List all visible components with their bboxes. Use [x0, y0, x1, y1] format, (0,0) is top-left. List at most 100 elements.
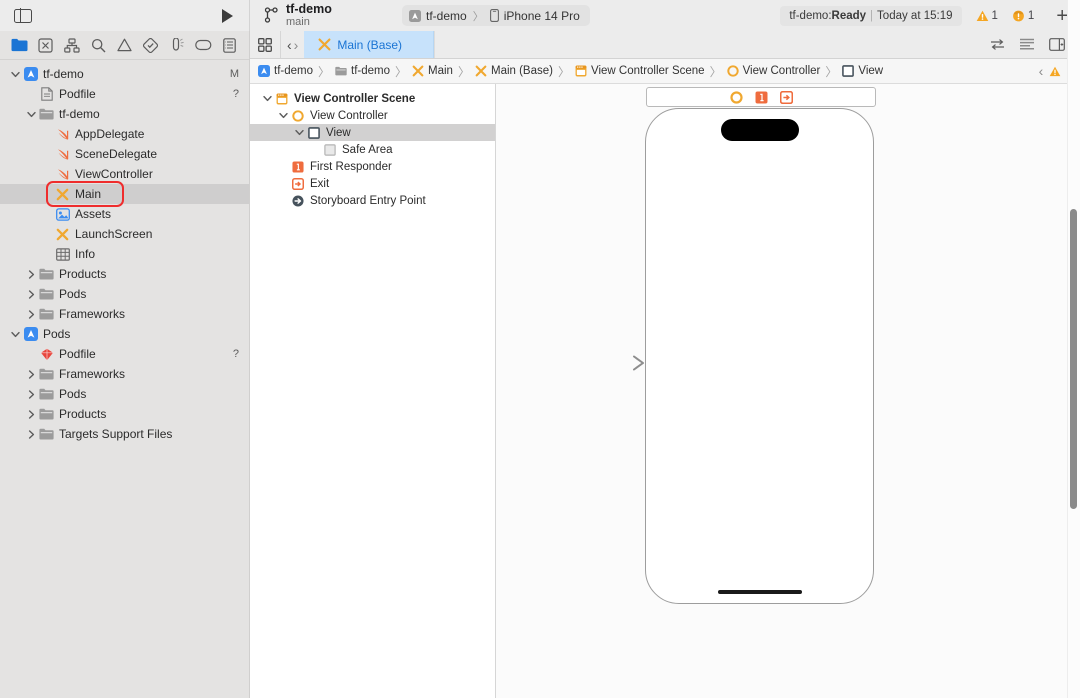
navigator-item-podfile[interactable]: Podfile? — [0, 344, 249, 364]
chevron-down-icon[interactable] — [292, 129, 306, 136]
issue-badge[interactable]: 1 — [1012, 10, 1034, 22]
adjust-editor-icon[interactable] — [982, 38, 1012, 51]
outline-item-exit[interactable]: Exit — [250, 175, 495, 192]
navigator-item-pods[interactable]: Pods — [0, 384, 249, 404]
breakpoint-icon[interactable] — [190, 33, 216, 57]
scrollbar-thumb[interactable] — [1070, 209, 1077, 509]
warning-triangle-icon[interactable] — [1049, 66, 1061, 77]
chevron-right-icon[interactable] — [24, 429, 38, 439]
navigator-item-label: Products — [59, 407, 107, 421]
navigator-item-pods[interactable]: Pods — [0, 324, 249, 344]
breadcrumb-separator: 〉 — [825, 64, 838, 79]
folder-icon — [38, 408, 55, 420]
chevron-right-icon[interactable] — [24, 369, 38, 379]
outline-item-first-responder[interactable]: First Responder — [250, 158, 495, 175]
hierarchy-icon[interactable] — [59, 33, 85, 57]
chevron-right-icon[interactable] — [24, 309, 38, 319]
status-area: tf-demo: Ready | Today at 15:19 1 1 + — [780, 5, 1068, 26]
navigator-item-pods[interactable]: Pods — [0, 284, 249, 304]
outline-item-label: Storyboard Entry Point — [310, 194, 426, 207]
ruby-icon — [38, 348, 55, 361]
search-icon[interactable] — [85, 33, 111, 57]
breadcrumb-item-tf-demo[interactable]: tf-demo — [258, 65, 313, 77]
xcode-project-icon — [22, 67, 39, 81]
test-icon[interactable] — [138, 33, 164, 57]
run-button[interactable] — [222, 8, 233, 23]
chevron-down-icon[interactable] — [8, 71, 22, 78]
destination-selector[interactable]: tf-demo 〉 iPhone 14 Pro — [402, 5, 590, 26]
outline-item-view-controller[interactable]: View Controller — [250, 107, 495, 124]
breadcrumb-item-main-base-[interactable]: Main (Base) — [475, 65, 553, 77]
view-icon — [842, 65, 855, 77]
nav-back-button[interactable]: ‹ — [287, 37, 292, 53]
breadcrumb-item-tf-demo[interactable]: tf-demo — [335, 65, 390, 77]
storyboard-icon — [475, 65, 487, 77]
xcode-project-icon — [23, 327, 38, 341]
outline-item-view[interactable]: View — [250, 124, 495, 141]
navigator-item-launchscreen[interactable]: LaunchScreen — [0, 224, 249, 244]
navigator-item-status: ? — [232, 88, 239, 100]
breadcrumb-item-view-controller[interactable]: View Controller — [726, 65, 820, 77]
navigator-item-products[interactable]: Products — [0, 404, 249, 424]
chevron-right-icon[interactable] — [24, 409, 38, 419]
navigator-item-targets-support-files[interactable]: Targets Support Files — [0, 424, 249, 444]
warning-count: 1 — [991, 9, 998, 22]
interface-builder-canvas[interactable] — [496, 84, 1080, 698]
chevron-right-icon[interactable] — [24, 389, 38, 399]
status-prefix: tf-demo: — [789, 9, 832, 22]
status-time: Today at 15:19 — [877, 9, 953, 22]
issue-navigator-icon[interactable] — [32, 33, 58, 57]
report-icon[interactable] — [217, 33, 243, 57]
tab-main-base[interactable]: Main (Base) — [304, 31, 435, 58]
navigator-item-tf-demo[interactable]: tf-demo — [0, 104, 249, 124]
navigator-item-frameworks[interactable]: Frameworks — [0, 304, 249, 324]
chevron-down-icon[interactable] — [8, 331, 22, 338]
nav-forward-button[interactable]: › — [294, 37, 299, 53]
sidebar-toggle-icon[interactable] — [14, 8, 32, 23]
view-controller-icon[interactable] — [729, 90, 743, 104]
navigator-item-info[interactable]: Info — [0, 244, 249, 264]
navigator-item-viewcontroller[interactable]: ViewController — [0, 164, 249, 184]
navigator-item-tf-demo[interactable]: tf-demo M — [0, 64, 249, 84]
folder-icon — [39, 428, 54, 440]
outline-item-storyboard-entry-point[interactable]: Storyboard Entry Point — [250, 192, 495, 209]
first-responder-icon[interactable] — [755, 91, 768, 104]
toolbar-left-section — [0, 0, 250, 31]
view-controller-icon — [726, 65, 739, 77]
chevron-down-icon[interactable] — [24, 111, 38, 118]
swift-icon — [57, 129, 68, 140]
chevron-right-icon[interactable] — [24, 289, 38, 299]
navigator-item-assets[interactable]: Assets — [0, 204, 249, 224]
view-controller-icon — [726, 65, 739, 77]
breadcrumb-item-view-controller-scene[interactable]: View Controller Scene — [575, 65, 705, 77]
xcode-project-icon — [258, 65, 270, 77]
tab-overview-icon[interactable] — [250, 31, 280, 58]
folder-icon[interactable] — [6, 33, 32, 57]
exit-icon[interactable] — [779, 90, 793, 104]
navigator-item-main[interactable]: Main — [0, 184, 249, 204]
navigator-item-scenedelegate[interactable]: SceneDelegate — [0, 144, 249, 164]
folder-icon — [38, 428, 55, 440]
canvas-vertical-scrollbar[interactable] — [1067, 0, 1080, 698]
editor-options-icon[interactable] — [1012, 38, 1042, 51]
breadcrumb-item-view[interactable]: View — [842, 65, 883, 77]
breadcrumb-item-main[interactable]: Main — [412, 65, 453, 77]
navigator-item-frameworks[interactable]: Frameworks — [0, 364, 249, 384]
chevron-down-icon[interactable] — [276, 112, 290, 119]
issue-prev-button[interactable]: ‹ — [1039, 63, 1044, 79]
navigator-item-podfile[interactable]: Podfile? — [0, 84, 249, 104]
navigator-item-appdelegate[interactable]: AppDelegate — [0, 124, 249, 144]
chevron-right-icon[interactable] — [24, 269, 38, 279]
device-preview-iphone-14-pro[interactable] — [645, 108, 874, 604]
navigator-item-label: AppDelegate — [75, 127, 145, 141]
warning-icon[interactable] — [111, 33, 137, 57]
debug-icon[interactable] — [164, 33, 190, 57]
navigator-item-products[interactable]: Products — [0, 264, 249, 284]
chevron-down-icon[interactable] — [260, 95, 274, 102]
scheme-selector[interactable]: tf-demo main — [264, 2, 384, 29]
activity-status-bar[interactable]: tf-demo: Ready | Today at 15:19 — [780, 5, 962, 26]
outline-item-view-controller-scene[interactable]: View Controller Scene — [250, 90, 495, 107]
outline-item-safe-area[interactable]: Safe Area — [250, 141, 495, 158]
warning-badge[interactable]: 1 — [976, 10, 998, 22]
folder-icon — [38, 388, 55, 400]
